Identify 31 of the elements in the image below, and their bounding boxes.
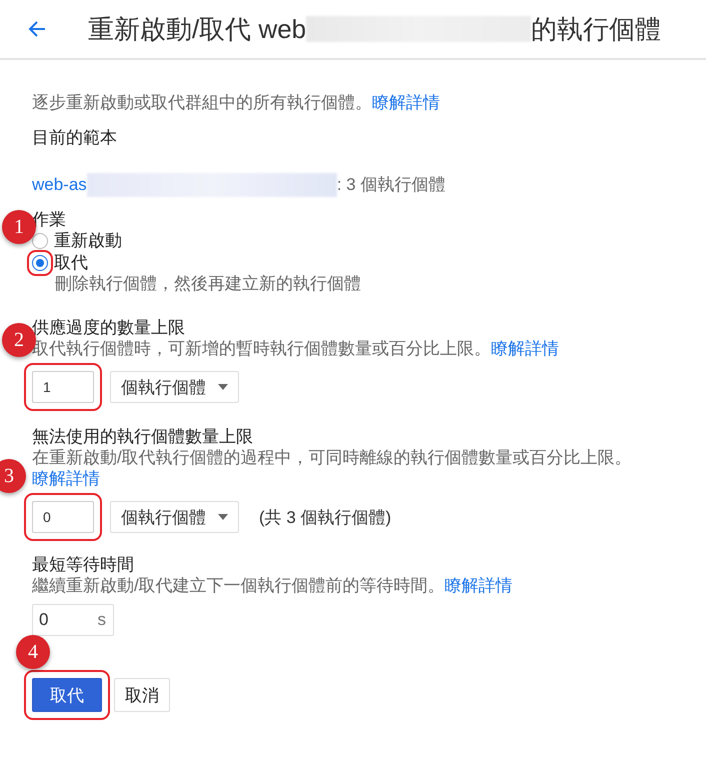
unit-dropdown[interactable]: 個執行個體 xyxy=(110,371,239,403)
radio-button[interactable] xyxy=(32,233,48,249)
field-label: 最短等待時間 xyxy=(32,555,135,575)
learn-more-link[interactable]: 瞭解詳情 xyxy=(491,339,559,358)
instance-count: : 3 個執行個體 xyxy=(336,175,446,195)
learn-more-link[interactable]: 瞭解詳情 xyxy=(444,576,513,595)
page-title: 的執行個體 xyxy=(531,12,662,46)
radio-label[interactable]: 重新啟動 xyxy=(54,230,122,252)
cancel-button[interactable]: 取消 xyxy=(114,678,170,712)
learn-more-link[interactable]: 瞭解詳情 xyxy=(32,469,100,488)
caret-icon xyxy=(218,384,228,390)
number-field[interactable]: 1 xyxy=(32,371,94,403)
callout-badge: 3 xyxy=(0,459,26,493)
help-text: 刪除執行個體，然後再建立新的執行個體 xyxy=(54,274,362,294)
number-field[interactable]: 0 xyxy=(32,501,94,533)
template-link[interactable]: web-as xyxy=(32,175,87,195)
replace-button[interactable]: 取代 xyxy=(32,678,102,712)
total-note: (共 3 個執行個體) xyxy=(259,506,392,528)
caret-icon xyxy=(218,514,228,520)
learn-more-link[interactable]: 瞭解詳情 xyxy=(372,93,440,112)
description: 在重新啟動/取代執行個體的過程中，可同時離線的執行個體數量或百分比上限。 瞭解詳情 xyxy=(32,447,633,489)
field-label: 無法使用的執行個體數量上限 xyxy=(32,427,254,447)
callout-badge: 4 xyxy=(16,635,50,669)
radio-label[interactable]: 取代 xyxy=(54,252,88,274)
radio-button[interactable] xyxy=(32,255,48,271)
unit-dropdown[interactable]: 個執行個體 xyxy=(110,501,239,533)
page-title: 重新啟動/取代 web xyxy=(88,12,306,46)
section-label: 目前的範本 xyxy=(32,128,118,148)
description: 繼續重新啟動/取代建立下一個執行個體前的等待時間。瞭解詳情 xyxy=(32,575,514,596)
description: 逐步重新啟動或取代群組中的所有執行個體。瞭解詳情 xyxy=(32,92,441,113)
unit-suffix: s xyxy=(98,611,106,629)
